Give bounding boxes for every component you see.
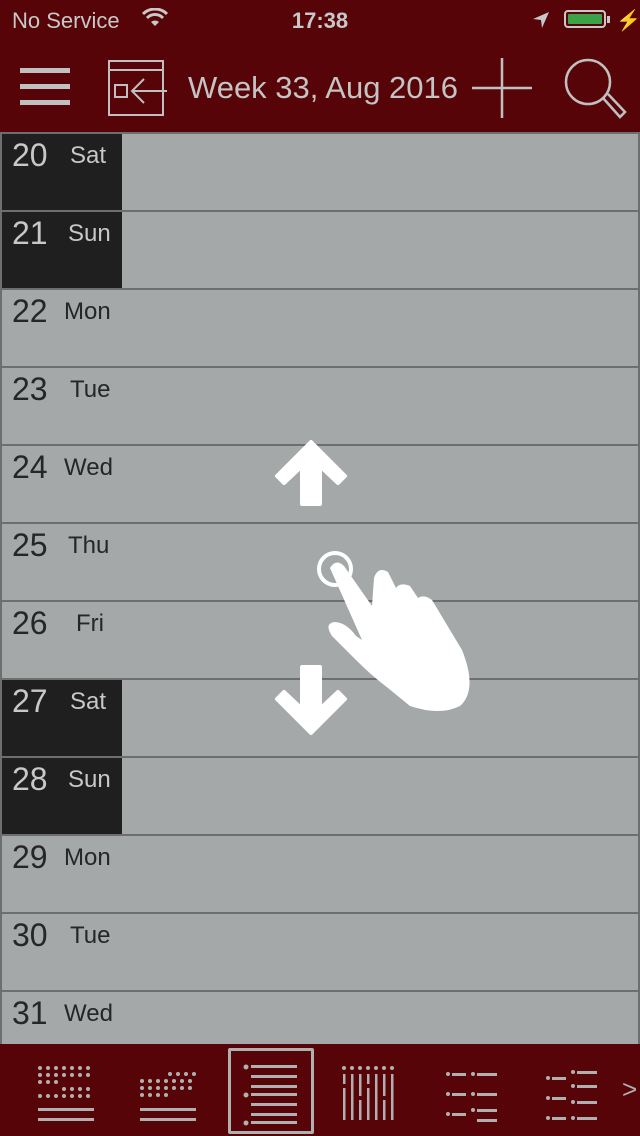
menu-button[interactable]	[18, 64, 74, 110]
add-icon	[472, 58, 532, 118]
week-list-icon	[243, 1064, 297, 1126]
day-row[interactable]: 25 Thu	[2, 524, 638, 600]
date-cell: 22 Mon	[2, 290, 122, 366]
day-row[interactable]: 23 Tue	[2, 368, 638, 444]
search-button[interactable]	[560, 54, 630, 124]
day-number: 22	[12, 293, 48, 329]
day-row[interactable]: 30 Tue	[2, 914, 638, 990]
search-icon	[564, 58, 627, 119]
day-row[interactable]: 21 Sun	[2, 212, 638, 288]
day-name: Thu	[68, 532, 110, 559]
day-number: 23	[12, 371, 48, 407]
add-event-button[interactable]	[470, 56, 534, 120]
date-cell: 21 Sun	[2, 212, 122, 288]
charging-bolt-icon: ⚡	[616, 10, 640, 32]
day-row[interactable]: 28 Sun	[2, 758, 638, 834]
day-number: 29	[12, 839, 48, 875]
date-cell: 29 Mon	[2, 836, 122, 912]
day-number: 30	[12, 917, 48, 953]
day-row[interactable]: 20 Sat	[2, 134, 638, 210]
tab-multi-week-view[interactable]	[126, 1048, 212, 1134]
day-name: Mon	[64, 844, 111, 871]
day-name: Sat	[70, 688, 107, 715]
day-list-icon	[446, 1072, 497, 1122]
tab-agenda-view[interactable]	[534, 1048, 620, 1134]
multi-week-icon	[140, 1072, 196, 1121]
tab-day-list-view[interactable]	[432, 1048, 518, 1134]
battery-nub	[607, 16, 610, 23]
day-number: 27	[12, 683, 48, 719]
day-name: Tue	[70, 376, 111, 403]
day-name: Mon	[64, 298, 111, 325]
week-day-list[interactable]: 20 Sat 21 Sun 22 Mon 23 Tue 24 Wed 25 Thu 26 Fri 27 Sat…	[0, 132, 640, 1068]
date-cell: 23 Tue	[2, 368, 122, 444]
day-row[interactable]: 27 Sat	[2, 680, 638, 756]
tab-week-list-view[interactable]	[228, 1048, 314, 1134]
day-row[interactable]: 29 Mon	[2, 836, 638, 912]
day-number: 20	[12, 137, 48, 173]
date-cell: 26 Fri	[2, 602, 122, 678]
day-name: Sun	[68, 220, 111, 247]
day-name: Tue	[70, 922, 111, 949]
day-row[interactable]: 26 Fri	[2, 602, 638, 678]
agenda-icon	[546, 1070, 597, 1120]
day-name: Fri	[76, 610, 104, 637]
day-number: 28	[12, 761, 48, 797]
day-number: 25	[12, 527, 48, 563]
day-number: 31	[12, 995, 48, 1031]
more-views-chevron-icon[interactable]: >	[622, 1074, 637, 1105]
day-name: Wed	[64, 1000, 113, 1027]
date-cell: 27 Sat	[2, 680, 122, 756]
date-cell: 20 Sat	[2, 134, 122, 210]
go-to-today-icon	[108, 60, 167, 116]
week-title[interactable]: Week 33, Aug 2016	[188, 70, 458, 106]
tab-week-columns-view[interactable]	[330, 1048, 416, 1134]
day-number: 21	[12, 215, 48, 251]
date-cell: 30 Tue	[2, 914, 122, 990]
menu-icon	[20, 68, 70, 105]
view-tab-bar: >	[0, 1044, 640, 1136]
location-arrow-icon	[532, 9, 550, 35]
month-grid-icon	[38, 1066, 94, 1121]
week-columns-icon	[342, 1066, 394, 1120]
date-cell: 25 Thu	[2, 524, 122, 600]
nav-bar: Week 33, Aug 2016	[0, 40, 640, 132]
date-cell: 28 Sun	[2, 758, 122, 834]
tab-month-view[interactable]	[24, 1048, 110, 1134]
day-number: 24	[12, 449, 48, 485]
go-to-today-button[interactable]	[106, 58, 168, 118]
battery-icon	[564, 10, 606, 28]
day-row[interactable]: 24 Wed	[2, 446, 638, 522]
day-number: 26	[12, 605, 48, 641]
day-row[interactable]: 22 Mon	[2, 290, 638, 366]
date-cell: 24 Wed	[2, 446, 122, 522]
day-name: Wed	[64, 454, 113, 481]
day-name: Sun	[68, 766, 111, 793]
day-name: Sat	[70, 142, 107, 169]
status-bar: No Service 17:38 ⚡	[0, 0, 640, 40]
